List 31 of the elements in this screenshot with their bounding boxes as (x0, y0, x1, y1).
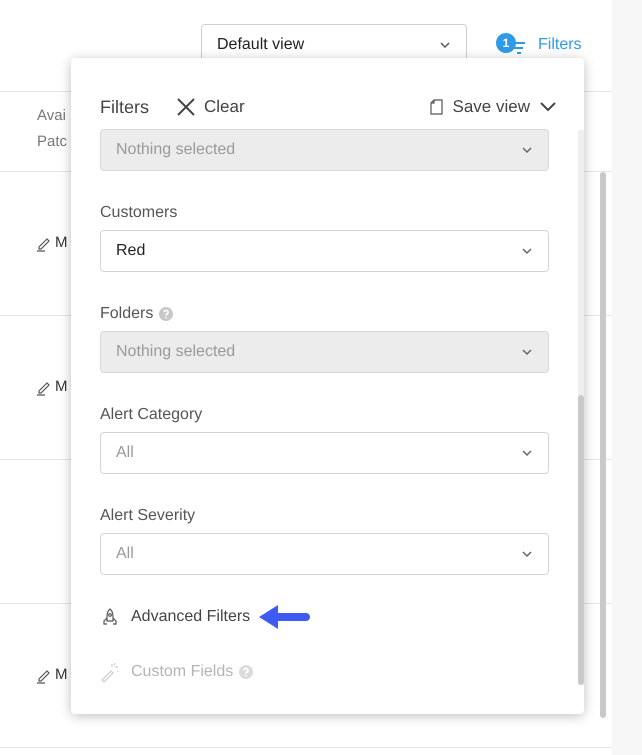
chevron-down-icon (521, 247, 533, 255)
table-cell-text: M (55, 665, 68, 686)
panel-title: Filters (100, 96, 149, 118)
pointer-arrow (258, 604, 310, 630)
select-field[interactable]: All (100, 533, 549, 575)
magic-wand-icon (100, 662, 120, 682)
filter-link[interactable]: Advanced Filters (131, 605, 250, 629)
select-field[interactable]: Red (100, 230, 549, 272)
rocket-icon (102, 608, 118, 626)
table-cell-text: M (55, 377, 68, 398)
close-icon (177, 98, 195, 116)
document-icon (430, 99, 443, 115)
count-badge: 1 (496, 33, 516, 53)
chevron-down-icon (521, 146, 533, 154)
save-view-button[interactable]: Save view (430, 94, 556, 120)
chevron-down-icon (439, 41, 451, 49)
chevron-down-icon (521, 550, 533, 558)
field-label: Folders (100, 304, 154, 323)
clear-button[interactable]: Clear (177, 94, 245, 120)
select-field[interactable]: All (100, 432, 549, 474)
field-label: Alert Severity (100, 506, 196, 525)
chevron-down-icon (521, 449, 533, 457)
field-label: Customers (100, 203, 178, 222)
field-label: Alert Category (100, 405, 202, 424)
column-header: Patc (37, 132, 68, 152)
table-cell-text: M (55, 233, 68, 254)
chevron-down-icon (521, 348, 533, 356)
chevron-down-icon (540, 102, 556, 112)
column-header: Avai (37, 106, 66, 126)
panel-scrollbar[interactable] (578, 395, 584, 685)
scrollbar[interactable] (600, 172, 606, 718)
